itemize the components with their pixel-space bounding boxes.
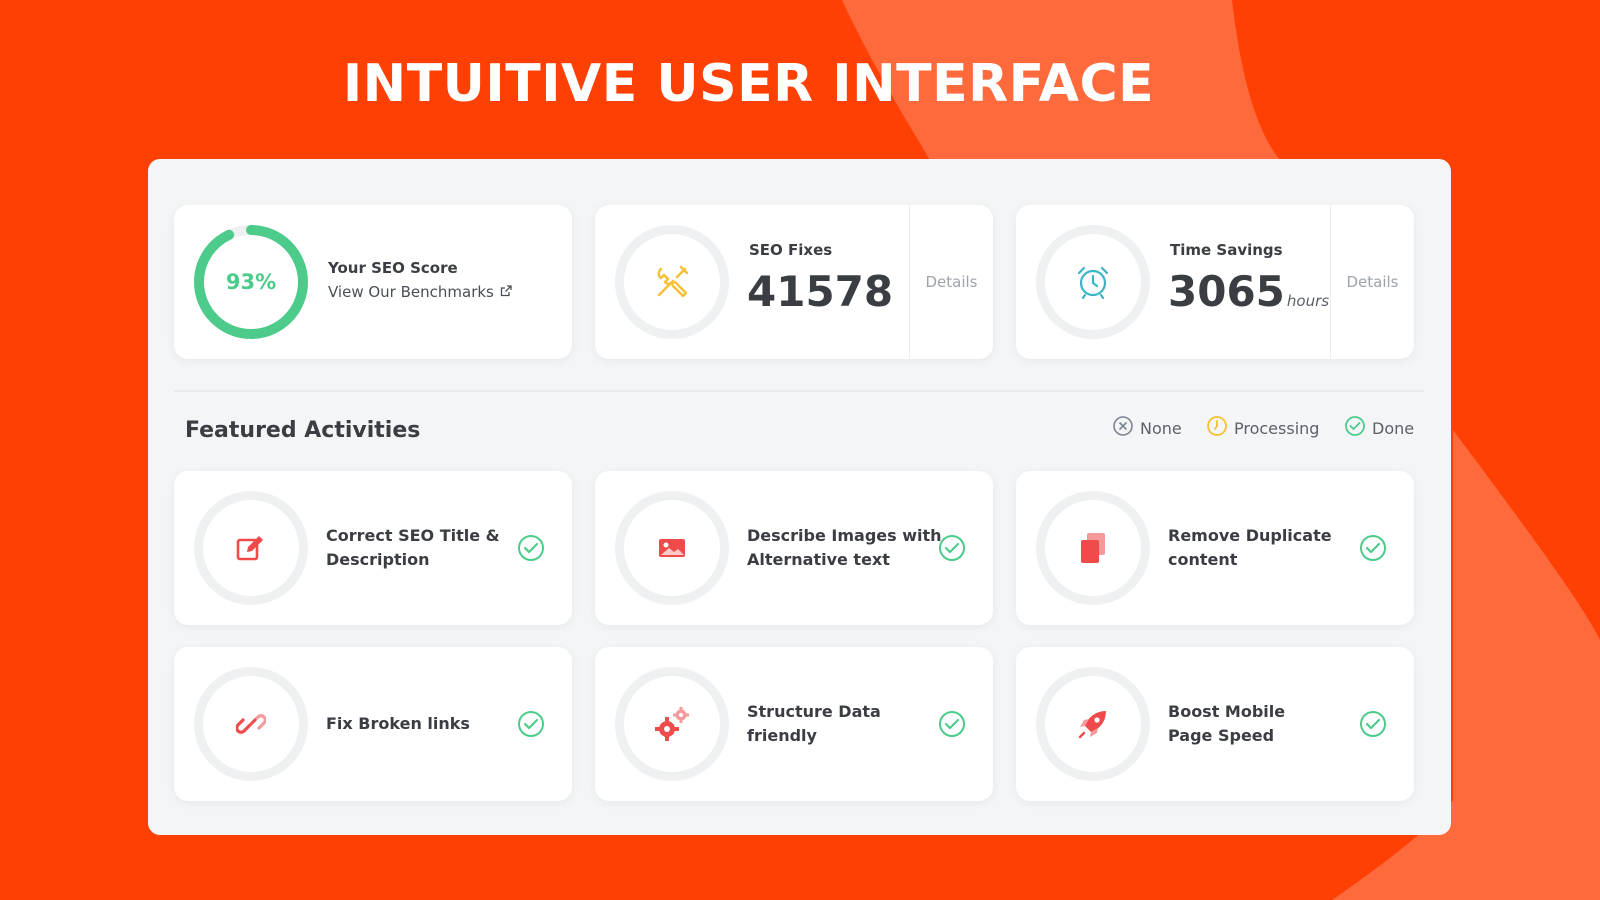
check-circle-icon — [1344, 415, 1366, 441]
check-circle-icon — [1358, 709, 1388, 743]
seo-fixes-icon-ring — [615, 225, 729, 339]
featured-activities-title: Featured Activities — [185, 418, 421, 443]
seo-fixes-details-button[interactable]: Details — [909, 205, 993, 359]
legend-none: None — [1112, 415, 1182, 441]
time-savings-unit: hours — [1286, 292, 1330, 310]
activity-card[interactable]: Remove Duplicate content — [1016, 471, 1414, 625]
clock-circle-icon — [1206, 415, 1228, 441]
legend-none-label: None — [1140, 418, 1182, 438]
time-savings-details-button[interactable]: Details — [1330, 205, 1414, 359]
benchmarks-link-label: View Our Benchmarks — [328, 283, 494, 301]
check-circle-icon — [516, 533, 546, 567]
activity-icon-ring — [1036, 491, 1150, 605]
dashboard-panel: 93% Your SEO Score View Our Benchmarks S… — [148, 159, 1451, 835]
legend-processing-label: Processing — [1234, 418, 1320, 438]
link-icon — [236, 709, 266, 739]
activity-icon-ring — [615, 667, 729, 781]
check-circle-icon — [1358, 533, 1388, 567]
check-circle-icon — [937, 709, 967, 743]
activity-label: Boost Mobile Page Speed — [1168, 702, 1286, 745]
x-circle-icon — [1112, 415, 1134, 441]
legend-processing: Processing — [1206, 415, 1319, 441]
activity-icon-ring — [194, 491, 308, 605]
check-circle-icon — [937, 533, 967, 567]
activity-label: Fix Broken links — [326, 714, 470, 733]
alarm-clock-icon — [1075, 264, 1111, 300]
seo-fixes-card: SEO Fixes 41578 Details — [595, 205, 993, 359]
check-circle-icon — [516, 709, 546, 743]
activity-card[interactable]: Boost Mobile Page Speed — [1016, 647, 1414, 801]
benchmarks-link[interactable]: View Our Benchmarks — [328, 283, 512, 301]
seo-fixes-value: 41578 — [747, 267, 894, 316]
rocket-icon — [1076, 707, 1110, 741]
seo-fixes-title: SEO Fixes — [749, 241, 833, 259]
seo-score-card: 93% Your SEO Score View Our Benchmarks — [174, 205, 572, 359]
activity-card[interactable]: Structure Data friendly — [595, 647, 993, 801]
activity-card[interactable]: Correct SEO Title & Description — [174, 471, 572, 625]
activity-label: Describe Images with Alternative text — [747, 526, 942, 569]
legend-done: Done — [1344, 415, 1414, 441]
activity-label: Structure Data friendly — [747, 702, 881, 745]
activity-label: Remove Duplicate content — [1168, 526, 1332, 569]
activity-card[interactable]: Describe Images with Alternative text — [595, 471, 993, 625]
tools-icon — [653, 263, 691, 301]
copy-icon — [1078, 531, 1108, 565]
activity-label: Correct SEO Title & Description — [326, 526, 500, 569]
hero-title: INTUITIVE USER INTERFACE — [342, 54, 1155, 114]
activity-icon-ring — [615, 491, 729, 605]
activity-icon-ring — [1036, 667, 1150, 781]
time-savings-value: 3065 — [1168, 267, 1285, 316]
seo-score-gauge: 93% — [192, 223, 310, 341]
time-savings-value-group: 3065 hours — [1168, 267, 1329, 316]
seo-score-title: Your SEO Score — [328, 259, 458, 277]
time-savings-icon-ring — [1036, 225, 1150, 339]
edit-icon — [235, 532, 267, 564]
external-link-icon — [500, 283, 512, 301]
section-divider — [174, 390, 1424, 392]
time-savings-card: Time Savings 3065 hours Details — [1016, 205, 1414, 359]
legend-done-label: Done — [1372, 418, 1415, 438]
image-icon — [657, 535, 687, 561]
activity-card[interactable]: Fix Broken links — [174, 647, 572, 801]
time-savings-title: Time Savings — [1170, 241, 1283, 259]
activity-icon-ring — [194, 667, 308, 781]
gears-icon — [652, 704, 692, 744]
seo-score-value: 93% — [225, 270, 277, 294]
